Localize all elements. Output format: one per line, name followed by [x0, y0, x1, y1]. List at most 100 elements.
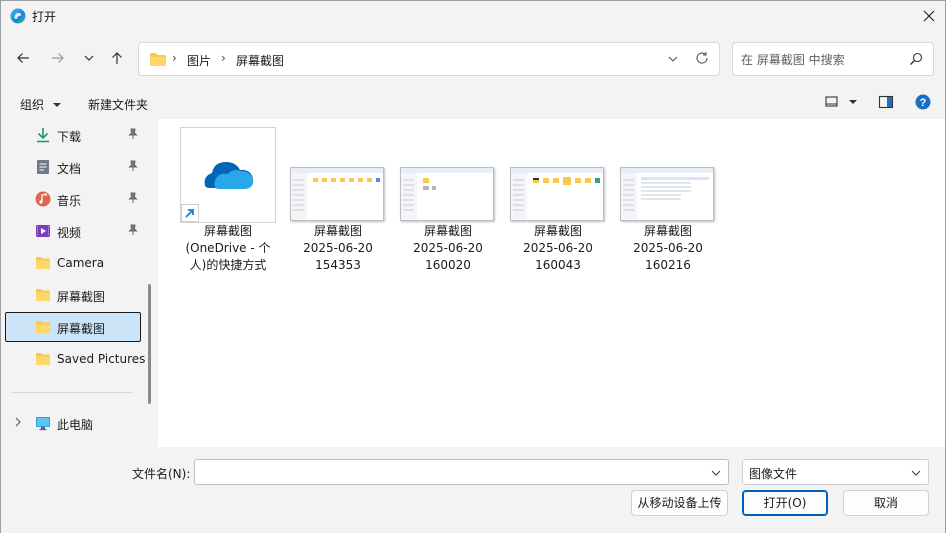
breadcrumb-pictures[interactable]: 图片	[187, 52, 211, 69]
sidebar-item-this-pc[interactable]: 此电脑	[5, 408, 141, 438]
back-button[interactable]	[10, 45, 36, 71]
arrow-right-icon	[52, 53, 64, 63]
sidebar-item-music[interactable]: 音乐	[5, 184, 141, 214]
pin-icon[interactable]	[127, 160, 139, 175]
organize-label: 组织	[20, 98, 45, 112]
download-icon	[35, 127, 51, 143]
search-icon[interactable]	[909, 52, 923, 69]
new-folder-button[interactable]: 新建文件夹	[88, 96, 148, 113]
image-thumbnail	[290, 167, 384, 221]
file-list: 屏幕截图 (OneDrive - 个 人)的快捷方式 屏幕截图 2025-06-…	[158, 119, 945, 447]
chevron-down-icon	[668, 56, 678, 62]
video-icon	[35, 223, 51, 239]
shortcut-thumbnail	[180, 127, 276, 223]
dialog-footer: 文件名(N): 图像文件 从移动设备上传 打开(O) 取消	[1, 447, 945, 533]
filename-label: 文件名(N):	[132, 467, 191, 481]
sidebar-item-camera[interactable]: Camera	[5, 248, 141, 278]
chevron-down-icon	[84, 55, 94, 61]
image-thumbnail	[620, 167, 714, 221]
view-options-button[interactable]	[824, 93, 858, 114]
folder-icon	[35, 351, 51, 367]
close-icon	[923, 10, 935, 22]
open-button[interactable]: 打开(O)	[742, 490, 828, 516]
cancel-button[interactable]: 取消	[843, 490, 929, 516]
file-item-onedrive-shortcut[interactable]: 屏幕截图 (OneDrive - 个 人)的快捷方式	[178, 127, 278, 277]
file-type-select[interactable]: 图像文件	[742, 459, 929, 485]
upload-from-mobile-button[interactable]: 从移动设备上传	[631, 490, 728, 516]
file-name: 屏幕截图 (OneDrive - 个 人)的快捷方式	[185, 224, 271, 272]
breadcrumb-separator: ›	[172, 51, 177, 65]
chevron-down-icon	[910, 467, 922, 482]
open-file-dialog: 打开 › 图片 › 屏幕截图 在 屏幕截图 中搜索 组织 新建文件夹 ? 下载 …	[0, 0, 946, 533]
preview-pane-icon	[878, 95, 894, 109]
help-button[interactable]: ?	[915, 93, 931, 114]
search-box[interactable]	[732, 42, 934, 76]
folder-icon	[35, 287, 51, 303]
sidebar-item-saved-pictures[interactable]: Saved Pictures	[5, 344, 145, 374]
close-button[interactable]	[913, 1, 945, 31]
refresh-button[interactable]	[695, 51, 709, 68]
sidebar-item-label: Camera	[57, 256, 105, 270]
sidebar-item-label: Saved Pictures	[57, 352, 146, 366]
sidebar-item-label: 屏幕截图	[57, 322, 106, 336]
sidebar-item-documents[interactable]: 文档	[5, 152, 141, 182]
filename-input[interactable]	[201, 463, 701, 481]
breadcrumb-separator: ›	[221, 51, 226, 65]
file-name: 屏幕截图 2025-06-20 160043	[523, 224, 593, 272]
search-input[interactable]	[741, 50, 901, 70]
file-item-screenshot-160216[interactable]: 屏幕截图 2025-06-20 160216	[618, 127, 718, 277]
navigation-bar: › 图片 › 屏幕截图	[1, 37, 945, 81]
filename-combobox[interactable]	[194, 459, 729, 485]
folder-icon	[35, 255, 51, 271]
sidebar-item-label: 文档	[57, 162, 82, 176]
music-icon	[35, 191, 51, 207]
file-item-screenshot-154353[interactable]: 屏幕截图 2025-06-20 154353	[288, 127, 388, 277]
organize-menu[interactable]: 组织	[20, 96, 62, 113]
filename-history-dropdown[interactable]	[710, 467, 722, 482]
refresh-icon	[696, 52, 708, 64]
arrow-up-icon	[112, 52, 122, 64]
sidebar-item-videos[interactable]: 视频	[5, 216, 141, 246]
breadcrumb-screenshots[interactable]: 屏幕截图	[236, 52, 284, 69]
navigation-pane: 下载 文档 音乐 视频 Camera 屏幕截图 屏幕截图 Saved Pictu…	[1, 119, 158, 447]
view-layout-icon	[825, 96, 857, 107]
computer-icon	[35, 415, 51, 431]
sidebar-item-screenshots[interactable]: 屏幕截图	[5, 280, 141, 310]
forward-button[interactable]	[45, 45, 71, 71]
chevron-down-icon	[711, 470, 721, 476]
image-thumbnail	[400, 167, 494, 221]
preview-pane-button[interactable]	[878, 93, 894, 114]
pin-icon[interactable]	[127, 192, 139, 207]
folder-icon	[35, 319, 51, 335]
folder-icon	[149, 52, 167, 70]
up-button[interactable]	[104, 45, 130, 71]
sidebar-divider	[11, 392, 133, 393]
caret-down-icon	[52, 103, 61, 107]
sidebar-item-label: 屏幕截图	[57, 290, 106, 304]
file-name: 屏幕截图 2025-06-20 160020	[413, 224, 483, 272]
shortcut-arrow-icon	[181, 204, 199, 222]
file-item-screenshot-160043[interactable]: 屏幕截图 2025-06-20 160043	[508, 127, 608, 277]
sidebar-item-label: 视频	[57, 226, 82, 240]
edge-icon	[10, 8, 26, 24]
sidebar-item-label: 下载	[57, 130, 82, 144]
file-item-screenshot-160020[interactable]: 屏幕截图 2025-06-20 160020	[398, 127, 498, 277]
image-thumbnail	[510, 167, 604, 221]
sidebar-item-screenshots-selected[interactable]: 屏幕截图	[5, 312, 141, 342]
command-bar: 组织 新建文件夹 ?	[1, 87, 945, 119]
pin-icon[interactable]	[127, 128, 139, 143]
window-title: 打开	[32, 10, 57, 24]
sidebar-item-label: 此电脑	[57, 418, 94, 432]
file-name: 屏幕截图 2025-06-20 154353	[303, 224, 373, 272]
arrow-left-icon	[17, 53, 29, 63]
pin-icon[interactable]	[127, 224, 139, 239]
sidebar-item-downloads[interactable]: 下载	[5, 120, 141, 150]
svg-text:?: ?	[920, 97, 927, 109]
document-icon	[35, 159, 51, 175]
title-bar: 打开	[1, 1, 945, 31]
address-bar[interactable]: › 图片 › 屏幕截图	[138, 42, 720, 76]
address-history-dropdown[interactable]	[667, 53, 679, 68]
sidebar-scrollbar[interactable]	[148, 284, 151, 404]
file-type-value: 图像文件	[749, 467, 798, 481]
recent-locations-button[interactable]	[76, 45, 102, 71]
